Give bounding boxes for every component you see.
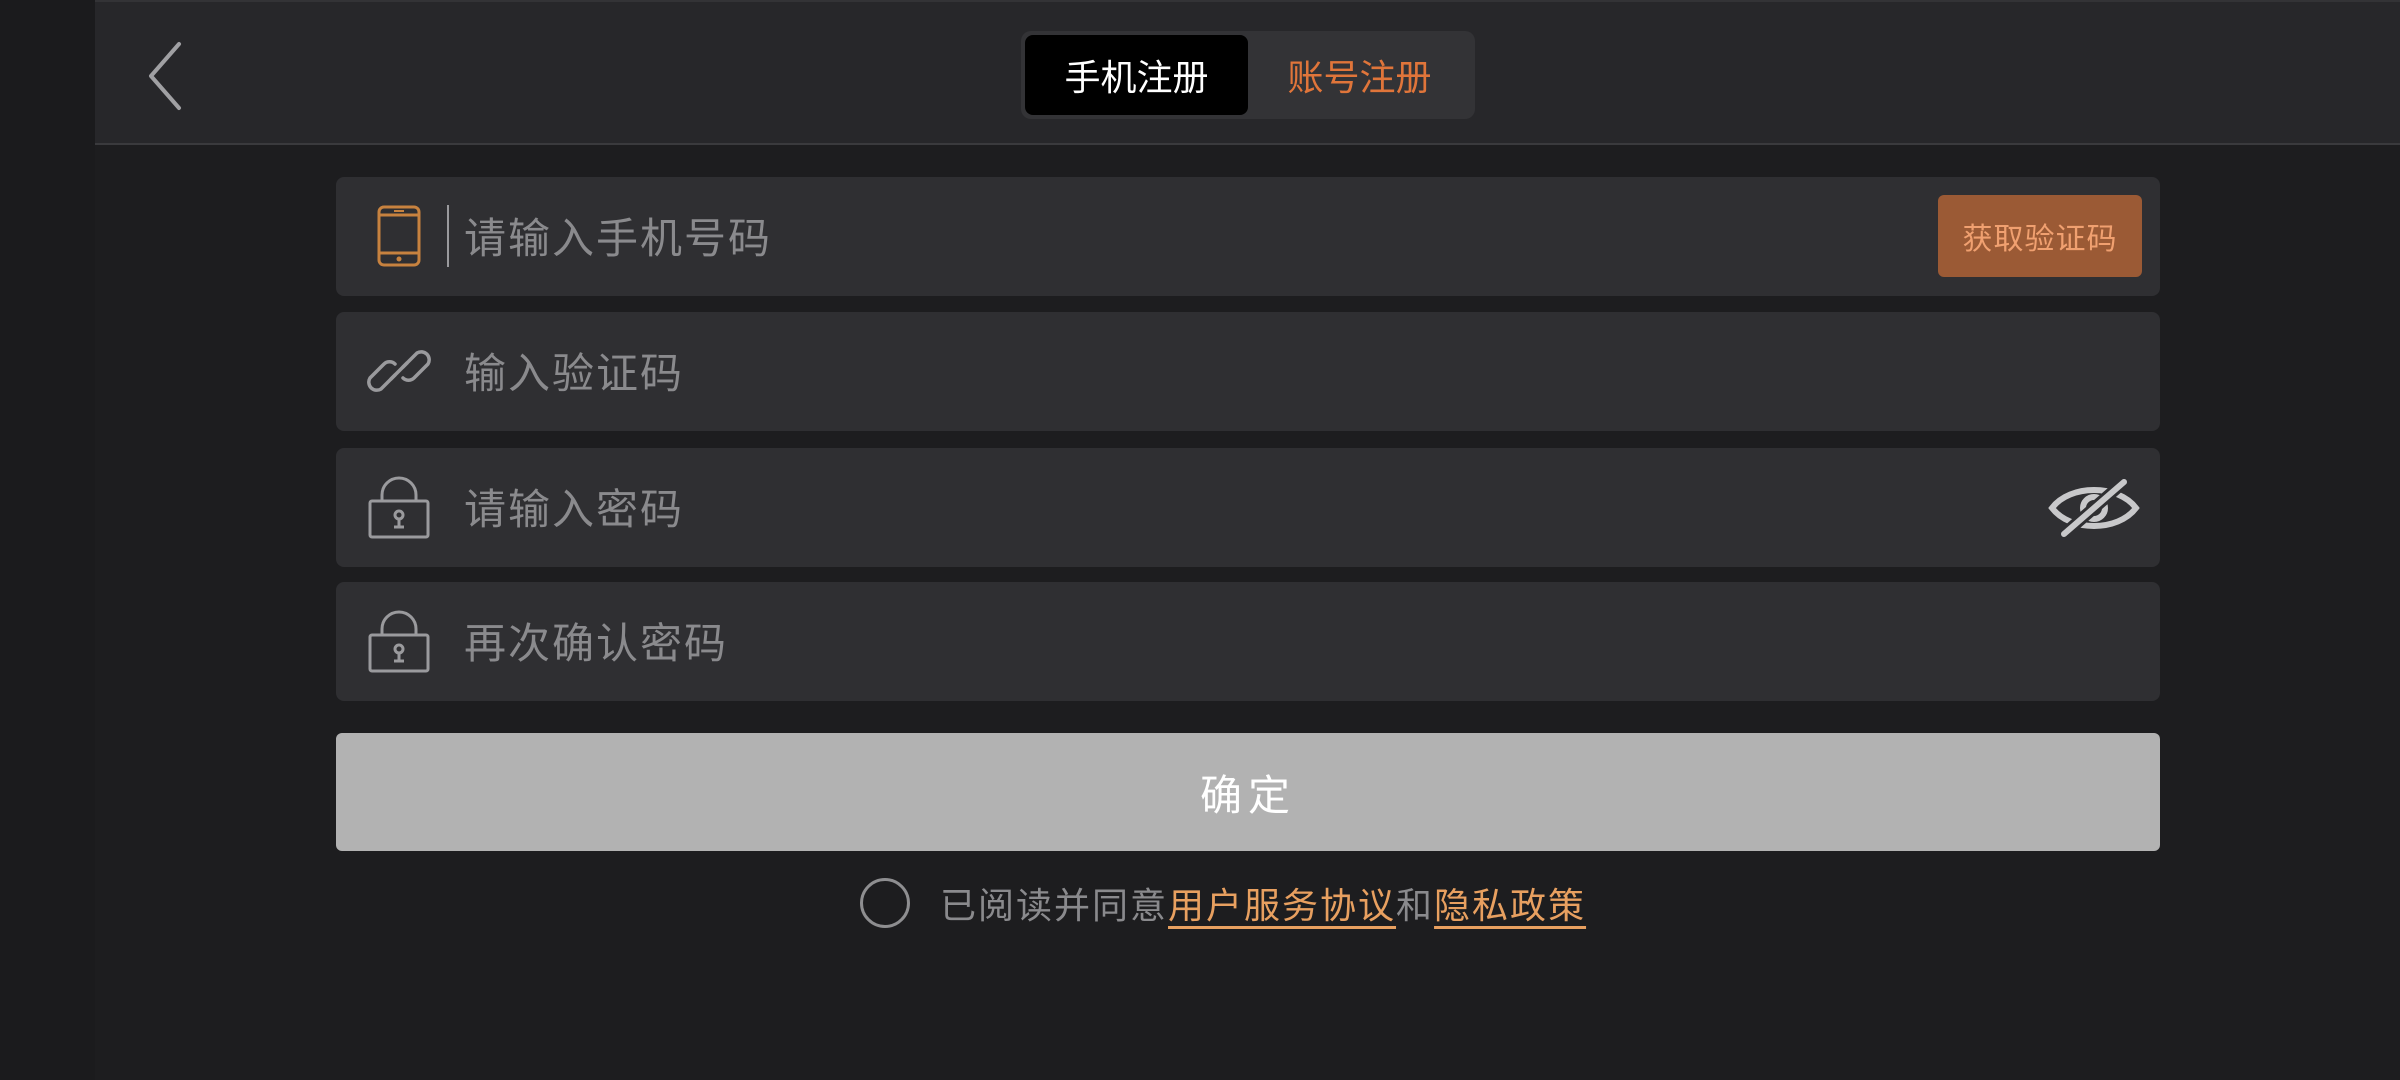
link-icon xyxy=(366,338,432,404)
terms-link[interactable]: 用户服务协议 xyxy=(1168,877,1396,929)
verification-code-input[interactable] xyxy=(462,332,1866,414)
back-button[interactable] xyxy=(135,40,195,112)
agreement-prefix: 已阅读并同意 xyxy=(940,886,1169,927)
lock-icon xyxy=(366,608,432,674)
chevron-left-icon xyxy=(149,42,181,110)
tab-account-register[interactable]: 账号注册 xyxy=(1248,35,1471,115)
eye-off-icon xyxy=(2048,476,2140,540)
toggle-password-visibility-button[interactable] xyxy=(2046,468,2142,548)
privacy-link[interactable]: 隐私政策 xyxy=(1434,877,1586,929)
confirm-password-field xyxy=(336,582,2160,701)
phone-input[interactable] xyxy=(462,197,1866,279)
confirm-password-input[interactable] xyxy=(462,602,1866,684)
phone-icon xyxy=(366,203,432,269)
password-field xyxy=(336,448,2160,567)
agreement-checkbox[interactable] xyxy=(860,878,910,928)
tab-phone-register[interactable]: 手机注册 xyxy=(1025,35,1248,115)
register-type-switch: 手机注册 账号注册 xyxy=(1021,31,1475,119)
lock-icon xyxy=(366,474,432,540)
verification-code-field xyxy=(336,312,2160,431)
agreement-and: 和 xyxy=(1396,886,1435,927)
top-bar: 手机注册 账号注册 xyxy=(95,0,2400,145)
password-input[interactable] xyxy=(462,468,1866,550)
submit-button[interactable]: 确定 xyxy=(336,733,2160,851)
agreement-row: 已阅读并同意 用户服务协议 和 隐私政策 xyxy=(860,874,1586,932)
phone-field: 获取验证码 xyxy=(336,177,2160,296)
text-cursor xyxy=(447,205,449,267)
left-margin xyxy=(0,0,95,1080)
get-code-button[interactable]: 获取验证码 xyxy=(1938,195,2142,277)
